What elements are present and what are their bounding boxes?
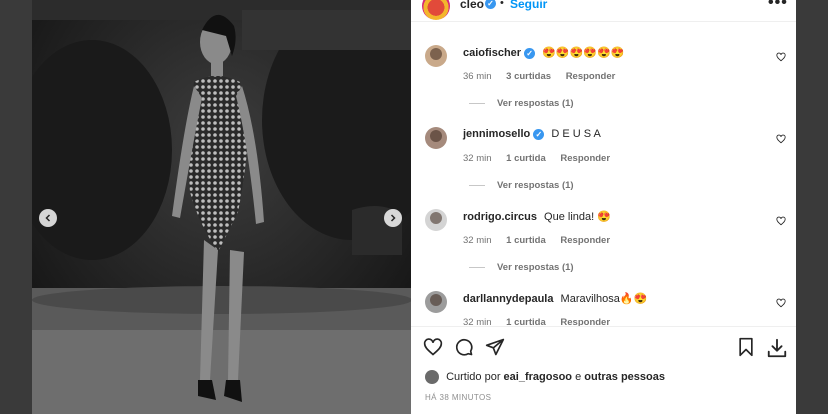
- comment-icon[interactable]: [454, 337, 474, 357]
- comment-avatar[interactable]: [425, 291, 447, 313]
- comment-time: 36 min: [463, 71, 492, 82]
- comment-text: D E U S A: [551, 128, 601, 140]
- heart-icon[interactable]: [776, 298, 786, 308]
- reply-button[interactable]: Responder: [560, 153, 610, 164]
- comment-item: caiofischer ✓ 😍😍😍😍😍😍 36 min 3 curtidas R…: [411, 23, 796, 109]
- follow-button[interactable]: Seguir: [510, 0, 547, 11]
- comment-meta: 36 min 3 curtidas Responder: [463, 71, 627, 82]
- save-bookmark-icon[interactable]: [737, 337, 755, 357]
- chevron-right-icon: [390, 214, 396, 222]
- liked-by-others[interactable]: outras pessoas: [584, 371, 665, 383]
- left-overlay: [0, 0, 32, 414]
- comment-time: 32 min: [463, 235, 492, 246]
- comment-text: Que linda! 😍: [544, 211, 611, 223]
- liked-by-prefix: Curtido por: [446, 370, 501, 383]
- more-options-icon[interactable]: •••: [768, 0, 788, 12]
- replies-dash: [469, 184, 485, 186]
- verified-badge-icon: ✓: [485, 0, 496, 9]
- liked-by-line: Curtido por eai_fragosoo e outras pessoa…: [425, 370, 665, 384]
- post-timestamp[interactable]: HÁ 38 MINUTOS: [425, 393, 491, 402]
- post-photo: [32, 0, 411, 414]
- post-detail-panel: cleo ✓ • Seguir ••• caiofischer ✓ 😍😍😍😍😍😍…: [411, 0, 796, 414]
- comment-line: darllannydepaula Maravilhosa🔥😍: [463, 292, 647, 305]
- replies-dash: [469, 266, 485, 268]
- verified-badge-icon: ✓: [524, 47, 536, 59]
- heart-icon[interactable]: [776, 216, 786, 226]
- author-username[interactable]: cleo: [460, 0, 484, 11]
- like-heart-icon[interactable]: [423, 337, 443, 357]
- comment-likes[interactable]: 1 curtida: [506, 153, 546, 164]
- replies-dash: [469, 102, 485, 104]
- comment-item: rodrigo.circus Que linda! 😍 32 min 1 cur…: [411, 187, 796, 273]
- right-overlay: [796, 0, 828, 414]
- comment-likes[interactable]: 1 curtida: [506, 317, 546, 326]
- comment-username[interactable]: rodrigo.circus: [463, 211, 537, 223]
- share-icon[interactable]: [485, 337, 505, 357]
- comment-username[interactable]: jennimosello: [463, 128, 530, 140]
- comment-time: 32 min: [463, 317, 492, 326]
- comment-item: jennimosello ✓ D E U S A 32 min 1 curtid…: [411, 105, 796, 191]
- post-header: cleo ✓ • Seguir •••: [411, 0, 796, 22]
- reply-button[interactable]: Responder: [560, 235, 610, 246]
- download-icon[interactable]: [766, 337, 788, 359]
- comments-list[interactable]: caiofischer ✓ 😍😍😍😍😍😍 36 min 3 curtidas R…: [411, 23, 796, 326]
- comment-line: jennimosello ✓ D E U S A: [463, 128, 601, 140]
- comment-likes[interactable]: 3 curtidas: [506, 71, 551, 82]
- comment-username[interactable]: darllannydepaula: [463, 293, 553, 305]
- liked-by-conjunction: e: [575, 370, 582, 383]
- comment-text: Maravilhosa🔥😍: [560, 293, 648, 305]
- next-photo-button[interactable]: [384, 209, 402, 227]
- comment-avatar[interactable]: [425, 209, 447, 231]
- previous-photo-button[interactable]: [39, 209, 57, 227]
- heart-icon[interactable]: [776, 52, 786, 62]
- verified-badge-icon: ✓: [533, 128, 545, 140]
- comment-text: 😍😍😍😍😍😍: [542, 47, 625, 59]
- reply-button[interactable]: Responder: [566, 71, 616, 82]
- liked-by-user[interactable]: eai_fragosoo: [504, 371, 572, 383]
- reply-button[interactable]: Responder: [560, 317, 610, 326]
- comment-item: darllannydepaula Maravilhosa🔥😍 32 min 1 …: [411, 269, 796, 326]
- post-actions-bar: [411, 326, 796, 370]
- heart-icon[interactable]: [776, 134, 786, 144]
- author-avatar[interactable]: [422, 0, 450, 20]
- comment-line: rodrigo.circus Que linda! 😍: [463, 210, 611, 223]
- comment-likes[interactable]: 1 curtida: [506, 235, 546, 246]
- comment-username[interactable]: caiofischer: [463, 47, 521, 59]
- comment-avatar[interactable]: [425, 127, 447, 149]
- chevron-left-icon: [45, 214, 51, 222]
- photo-illustration: [32, 0, 411, 414]
- comment-meta: 32 min 1 curtida Responder: [463, 153, 622, 164]
- comment-time: 32 min: [463, 153, 492, 164]
- comment-meta: 32 min 1 curtida Responder: [463, 235, 622, 246]
- liked-by-avatar[interactable]: [425, 370, 439, 384]
- comment-meta: 32 min 1 curtida Responder: [463, 317, 622, 326]
- separator-dot: •: [500, 0, 504, 9]
- comment-avatar[interactable]: [425, 45, 447, 67]
- comment-line: caiofischer ✓ 😍😍😍😍😍😍: [463, 46, 624, 59]
